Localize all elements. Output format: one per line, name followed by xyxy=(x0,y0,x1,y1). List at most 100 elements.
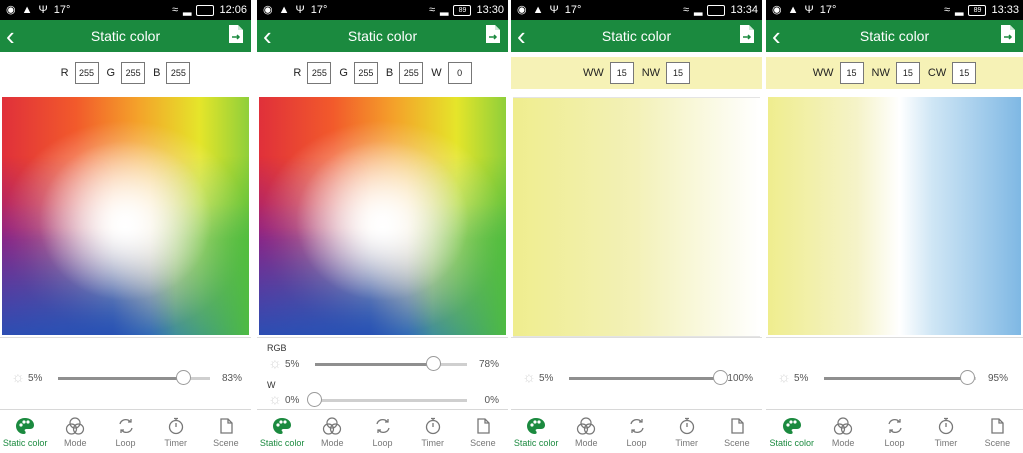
sun-icon: ☼ xyxy=(11,369,25,386)
sun-icon: ☼ xyxy=(268,391,282,408)
save-file-icon[interactable] xyxy=(486,25,500,48)
signal-icon: ▂ xyxy=(183,4,192,16)
value-label-ww: WW xyxy=(812,67,834,79)
page-title: Static color xyxy=(347,28,418,44)
tab-timer[interactable]: Timer xyxy=(408,410,458,453)
scene-icon xyxy=(216,416,236,436)
palette-icon xyxy=(15,416,35,436)
tab-scene[interactable]: Scene xyxy=(712,410,762,453)
slider-track[interactable] xyxy=(58,369,210,385)
value-label-b: B xyxy=(385,67,394,79)
tab-mode[interactable]: Mode xyxy=(817,410,868,453)
tab-label: Loop xyxy=(372,438,393,448)
scene-icon xyxy=(987,416,1007,436)
slider-min: 5% xyxy=(285,358,300,370)
tab-mode[interactable]: Mode xyxy=(307,410,357,453)
slider-knob[interactable] xyxy=(713,369,728,385)
loop-icon xyxy=(627,416,647,436)
tab-mode[interactable]: Mode xyxy=(561,410,611,453)
tab-mode[interactable]: Mode xyxy=(50,410,100,453)
value-input-nw[interactable]: 15 xyxy=(666,62,691,84)
timer-icon xyxy=(423,416,443,436)
slider-track[interactable] xyxy=(315,355,467,371)
battery-icon: 89 xyxy=(453,4,472,16)
color-picker-pad[interactable] xyxy=(259,97,506,335)
save-file-icon[interactable] xyxy=(1001,25,1015,48)
value-input-g[interactable]: 255 xyxy=(121,62,146,84)
save-file-icon[interactable] xyxy=(740,25,754,48)
palette-icon xyxy=(272,416,292,436)
title-bar: ‹ Static color xyxy=(766,20,1023,52)
tab-static-color[interactable]: Static color xyxy=(766,410,817,453)
signal-icon: ▂ xyxy=(694,4,703,16)
status-time: 13:30 xyxy=(476,4,504,16)
slider-track[interactable] xyxy=(824,369,976,385)
value-input-r[interactable]: 255 xyxy=(307,62,332,84)
status-time: 13:33 xyxy=(991,4,1019,16)
value-input-b[interactable]: 255 xyxy=(399,62,424,84)
circles-icon xyxy=(833,416,853,436)
color-picker-pad[interactable] xyxy=(2,97,249,335)
value-input-cw[interactable]: 15 xyxy=(952,62,977,84)
status-time: 12:06 xyxy=(219,4,247,16)
rgbw-value-bar: R 255 G 255 B 255 W0 xyxy=(257,55,508,91)
signal-icon: ▂ xyxy=(440,4,449,16)
loop-icon xyxy=(116,416,136,436)
value-label-nw: NW xyxy=(871,67,890,79)
tab-static-color[interactable]: Static color xyxy=(511,410,561,453)
value-input-ww[interactable]: 15 xyxy=(839,62,864,84)
timer-icon xyxy=(677,416,697,436)
slider-min: 5% xyxy=(28,372,43,384)
value-input-nw[interactable]: 15 xyxy=(895,62,920,84)
tab-loop[interactable]: Loop xyxy=(611,410,661,453)
tab-loop[interactable]: Loop xyxy=(357,410,407,453)
value-input-ww[interactable]: 15 xyxy=(609,62,634,84)
value-input-g[interactable]: 255 xyxy=(353,62,378,84)
tab-static-color[interactable]: Static color xyxy=(257,410,307,453)
notification-icon: ◉ xyxy=(263,4,273,16)
status-bar: ◉ ▲ Ψ 17° ≈ ▂ 89 13:30 xyxy=(257,0,508,20)
divider xyxy=(257,337,508,338)
slider-track[interactable] xyxy=(307,391,467,407)
slider-knob[interactable] xyxy=(307,391,322,407)
slider-track[interactable] xyxy=(569,369,728,385)
tab-label: Loop xyxy=(115,438,136,448)
white-value-bar: WW 15 NW 15 CW 15 xyxy=(766,57,1023,89)
status-temp: 17° xyxy=(310,4,328,16)
tab-loop[interactable]: Loop xyxy=(100,410,150,453)
tab-label: Timer xyxy=(675,438,699,448)
notification-icon: ◉ xyxy=(772,4,782,16)
notification-icon: ◉ xyxy=(517,4,527,16)
white-picker-pad[interactable] xyxy=(768,97,1021,335)
value-input-b[interactable]: 255 xyxy=(166,62,191,84)
warning-icon: ▲ xyxy=(787,4,799,16)
page-title: Static color xyxy=(859,28,930,44)
value-input-w[interactable]: 0 xyxy=(447,62,472,84)
tab-scene[interactable]: Scene xyxy=(972,410,1023,453)
tab-label: Loop xyxy=(626,438,647,448)
loop-icon xyxy=(885,416,905,436)
circles-icon xyxy=(576,416,596,436)
value-input-r[interactable]: 255 xyxy=(74,62,99,84)
circles-icon xyxy=(65,416,85,436)
tab-timer[interactable]: Timer xyxy=(920,410,971,453)
circles-icon xyxy=(322,416,342,436)
tab-scene[interactable]: Scene xyxy=(201,410,251,453)
slider-knob[interactable] xyxy=(176,369,192,385)
tab-timer[interactable]: Timer xyxy=(662,410,712,453)
value-label-r: R xyxy=(60,67,69,79)
white-picker-pad[interactable] xyxy=(513,97,760,337)
slider-knob[interactable] xyxy=(425,355,441,371)
w-brightness-slider: ☼ 0% 0% xyxy=(267,391,499,409)
tab-scene[interactable]: Scene xyxy=(458,410,508,453)
tab-loop[interactable]: Loop xyxy=(869,410,920,453)
wifi-icon: ≈ xyxy=(682,4,689,16)
rgb-value-bar: R 255 G 255 B 255 xyxy=(0,55,251,91)
value-label-ww: WW xyxy=(582,67,604,79)
tab-static-color[interactable]: Static color xyxy=(0,410,50,453)
screen-3: ◉ ▲ Ψ 17° ≈ ▂ 13:34 ‹ Static color WW 15 … xyxy=(511,0,762,453)
save-file-icon[interactable] xyxy=(229,25,243,48)
page-title: Static color xyxy=(90,28,161,44)
slider-knob[interactable] xyxy=(960,369,976,385)
tab-timer[interactable]: Timer xyxy=(151,410,201,453)
